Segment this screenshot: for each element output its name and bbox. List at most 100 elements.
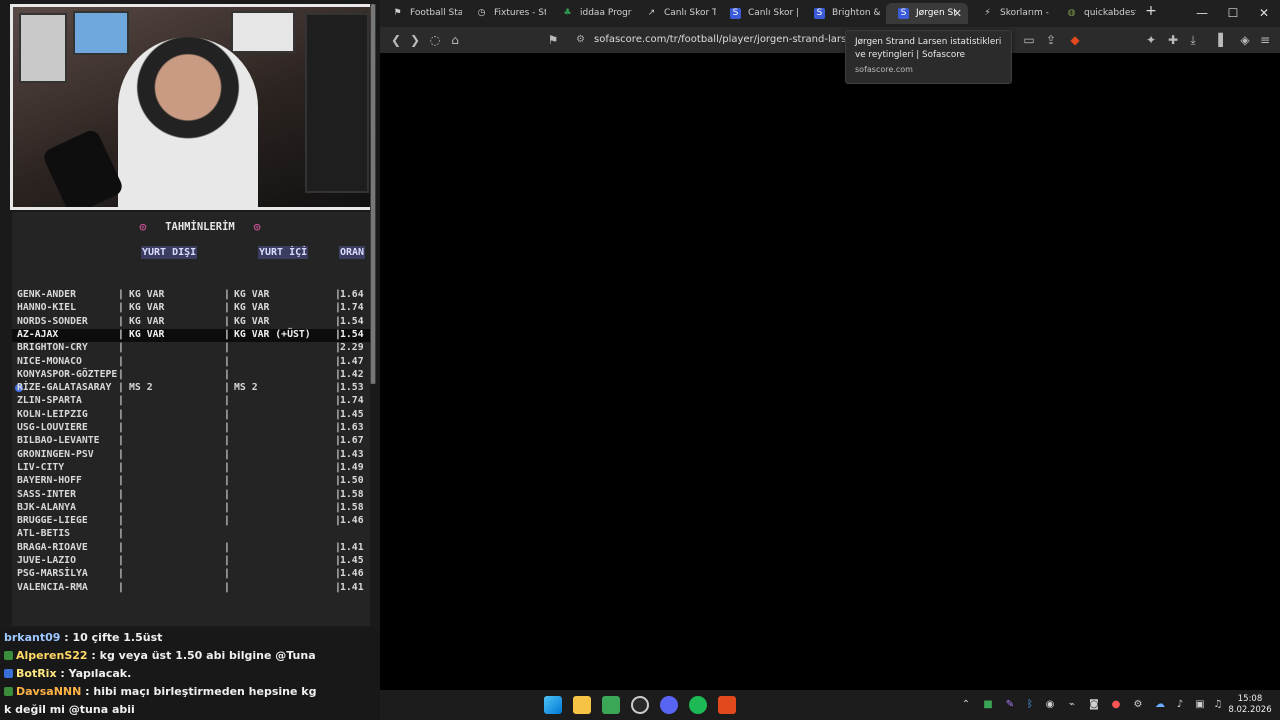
- match-name: BRAGA-RIOAVE: [17, 541, 88, 553]
- pin-icon: ◎: [139, 220, 147, 233]
- odds-value: 1.47: [340, 355, 364, 367]
- home-icon[interactable]: ⌂: [446, 31, 464, 49]
- browser-tab[interactable]: ◍ quickabdest: [1054, 3, 1136, 24]
- prediction-row: BRUGGE-LIEGE | | | 1.46: [12, 515, 370, 528]
- settings-icon[interactable]: ⚙: [1132, 698, 1144, 711]
- sofascore-icon: S: [898, 8, 909, 19]
- usb-icon[interactable]: ⌁: [1066, 698, 1078, 711]
- menu-icon[interactable]: ≡: [1256, 31, 1274, 49]
- browser-window: ⚑ Football Stats ◷ Fixtures - Statz ♣ iddaa P…: [380, 0, 1280, 690]
- chat-username[interactable]: AlperenS22: [16, 649, 88, 662]
- browser-tab[interactable]: S Brighton & Ho: [802, 3, 884, 24]
- prediction-row: LIV-CITY | | | 1.49: [12, 462, 370, 475]
- puzzle-icon[interactable]: ✚: [1164, 31, 1182, 49]
- obs-icon[interactable]: [631, 696, 649, 714]
- controller-icon[interactable]: ◙: [1088, 698, 1100, 711]
- column-separator: |: [224, 368, 230, 380]
- odds-value: 1.45: [340, 555, 364, 566]
- prediction-row: SASS-INTER | | | 1.58: [12, 489, 370, 502]
- column-separator: |: [118, 355, 124, 367]
- prediction-row: BILBAO-LEVANTE | | | 1.67: [12, 435, 370, 448]
- column-separator: |: [118, 448, 124, 460]
- download-icon[interactable]: ⤓: [1184, 31, 1202, 49]
- prediction-row: BJK-ALANYA | | | 1.58: [12, 502, 370, 515]
- column-separator: |: [118, 289, 124, 300]
- brave-icon[interactable]: [718, 696, 736, 714]
- prediction-dis: KG VAR: [129, 315, 165, 327]
- prediction-row: ZLIN-SPARTA | | | 1.74: [12, 395, 370, 408]
- browser-tab[interactable]: ◷ Fixtures - Statz: [464, 3, 546, 24]
- chat-text: : 10 çifte 1.5üst: [64, 631, 163, 644]
- cast-icon[interactable]: ▭: [1020, 31, 1038, 49]
- leaf-icon: ♣: [563, 8, 572, 18]
- browser-tab[interactable]: ↗ Canlı Skor Tar: [634, 3, 716, 24]
- browser-tab[interactable]: S Jørgen St ✕: [886, 3, 968, 24]
- column-separator: |: [224, 422, 230, 433]
- chat-username[interactable]: DavsaNNN: [16, 685, 81, 698]
- file-explorer-icon[interactable]: [573, 696, 591, 714]
- column-separator: |: [224, 501, 230, 513]
- chevron-up-icon[interactable]: ⌃: [960, 698, 972, 711]
- brave-shield-icon[interactable]: ◆: [1066, 31, 1084, 49]
- column-separator: |: [118, 461, 124, 473]
- chat-username[interactable]: brkant09: [4, 631, 60, 644]
- chat-text: k değil mi @tuna abii: [4, 703, 135, 716]
- close-tab-icon[interactable]: ✕: [953, 3, 962, 24]
- chat-message: k değil mi @tuna abii: [0, 701, 380, 719]
- display-icon[interactable]: ▣: [1194, 698, 1206, 711]
- streamer: [118, 37, 258, 207]
- spotify-icon[interactable]: [689, 696, 707, 714]
- start-icon[interactable]: [544, 696, 562, 714]
- prediction-ici: KG VAR: [234, 289, 270, 300]
- odds-value: 1.41: [340, 581, 364, 593]
- security-icon[interactable]: ●: [1110, 698, 1122, 711]
- discord-tray-icon[interactable]: ◉: [1044, 698, 1056, 711]
- pen-icon[interactable]: ✎: [1004, 698, 1016, 711]
- column-separator: |: [224, 302, 230, 314]
- wall-poster: [73, 11, 129, 55]
- bookmark-icon[interactable]: ⚑: [544, 31, 562, 49]
- column-separator: |: [224, 289, 230, 300]
- odds-value: 1.58: [340, 501, 364, 513]
- column-separator: |: [118, 475, 124, 487]
- extension-icon[interactable]: ✦: [1142, 31, 1160, 49]
- odds-value: 1.58: [340, 488, 364, 500]
- bluetooth-icon[interactable]: ᛒ: [1024, 698, 1036, 711]
- prediction-ici: KG VAR: [234, 315, 270, 327]
- weather-icon[interactable]: ☁: [1154, 698, 1166, 711]
- notepad-icon[interactable]: [602, 696, 620, 714]
- match-name: ZLIN-SPARTA: [17, 395, 82, 407]
- nvidia-icon[interactable]: ■: [982, 698, 994, 711]
- sidebar-icon[interactable]: ▌: [1214, 31, 1232, 49]
- chat-message: DavsaNNN : hibi maçı birleştirmeden heps…: [0, 683, 380, 701]
- prediction-row: RİZE-GALATASARAY | MS 2 | MS 2 | 1.53: [12, 382, 370, 395]
- column-separator: |: [224, 581, 230, 593]
- column-separator: |: [118, 555, 124, 566]
- chat-username[interactable]: BotRix: [16, 667, 57, 680]
- chat-badge-icon: [4, 669, 13, 678]
- forward-icon[interactable]: ❯: [406, 31, 424, 49]
- scrollbar[interactable]: [370, 4, 376, 384]
- new-tab-button[interactable]: +: [1142, 3, 1160, 23]
- browser-tab[interactable]: ♣ iddaa Program: [550, 3, 632, 24]
- wallet-icon[interactable]: ◈: [1236, 31, 1254, 49]
- maximize-icon[interactable]: ☐: [1223, 4, 1243, 22]
- discord-icon[interactable]: [660, 696, 678, 714]
- share-icon[interactable]: ⇪: [1042, 31, 1060, 49]
- odds-value: 1.41: [340, 541, 364, 553]
- browser-tab[interactable]: ⚑ Football Stats: [380, 3, 462, 24]
- column-separator: |: [224, 448, 230, 460]
- volume-icon[interactable]: ♫: [1212, 698, 1224, 711]
- page-content: [380, 53, 1280, 690]
- browser-tab[interactable]: ⚡ Skorlarım - Sc: [970, 3, 1052, 24]
- column-separator: |: [118, 422, 124, 433]
- back-icon[interactable]: ❮: [387, 31, 405, 49]
- column-separator: |: [224, 342, 230, 354]
- site-info-icon[interactable]: ⚙: [576, 30, 585, 50]
- close-icon[interactable]: ✕: [1254, 4, 1274, 22]
- loading-icon[interactable]: ◌: [426, 31, 444, 49]
- minimize-icon[interactable]: —: [1192, 4, 1212, 22]
- microphone-icon[interactable]: ♪: [1174, 698, 1186, 711]
- clock[interactable]: 15:08 8.02.2026: [1227, 694, 1273, 716]
- browser-tab[interactable]: S Canlı Skor | Sc: [718, 3, 800, 24]
